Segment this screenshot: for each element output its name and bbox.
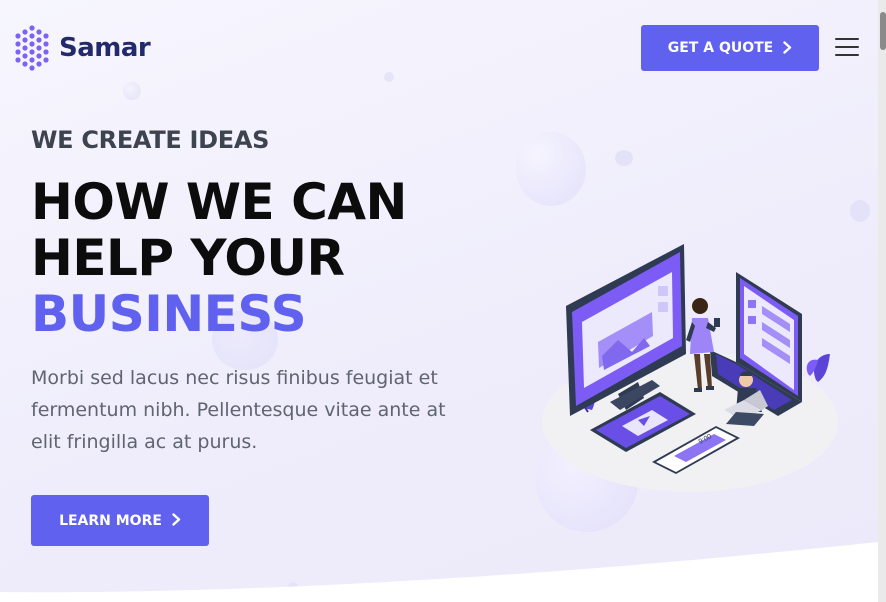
learn-more-button[interactable]: LEARN MORE — [31, 495, 209, 546]
hero-kicker: WE CREATE IDEAS — [31, 126, 270, 154]
headline-line-2: HELP YOUR — [31, 229, 345, 287]
decor-bubble — [850, 200, 870, 222]
bottom-wave — [0, 542, 886, 602]
hero-section: Samar GET A QUOTE WE CREATE IDEAS HOW WE… — [0, 0, 886, 602]
chevron-right-icon — [783, 39, 792, 58]
hexagon-dots-icon — [15, 25, 49, 71]
brand-name: Samar — [59, 33, 151, 63]
decor-bubble — [123, 82, 141, 100]
headline-accent: BUSINESS — [31, 285, 307, 343]
learn-more-label: LEARN MORE — [59, 512, 162, 529]
get-a-quote-label: GET A QUOTE — [667, 40, 774, 56]
decor-bubble — [384, 72, 394, 82]
hero-description: Morbi sed lacus nec risus finibus feugia… — [31, 367, 446, 453]
get-a-quote-button[interactable]: GET A QUOTE — [641, 25, 819, 71]
vertical-scrollbar[interactable] — [878, 0, 886, 602]
headline-line-1: HOW WE CAN — [31, 173, 407, 231]
scrollbar-thumb[interactable] — [880, 12, 886, 50]
chevron-right-icon — [172, 511, 181, 530]
decor-bubble — [615, 150, 633, 166]
hero-headline: HOW WE CAN HELP YOUR BUSINESS — [31, 174, 407, 342]
hamburger-menu-icon[interactable] — [835, 38, 859, 58]
brand-logo[interactable]: Samar — [11, 24, 151, 72]
devices-illustration: 9:00 — [542, 244, 838, 492]
decor-bubble — [516, 132, 586, 206]
